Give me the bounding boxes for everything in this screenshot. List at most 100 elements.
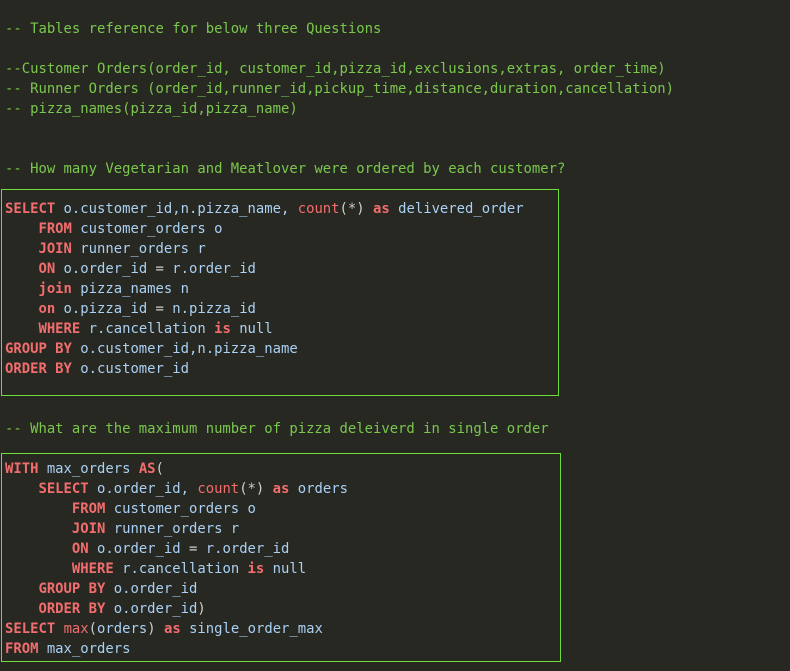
- code-token: null: [264, 561, 307, 577]
- code-token: o.customer_id,n.pizza_name,: [55, 201, 298, 217]
- code-token: is: [247, 561, 265, 577]
- comment-pizza-names-schema: -- pizza_names(pizza_id,pizza_name): [5, 101, 298, 117]
- code-line: JOIN runner_orders r: [5, 239, 206, 259]
- code-token: max_orders: [38, 641, 131, 657]
- code-token: WHERE: [38, 321, 81, 337]
- code-token: o.order_id: [105, 581, 198, 597]
- code-token: JOIN: [38, 241, 72, 257]
- code-line: SELECT o.customer_id,n.pizza_name, count…: [5, 199, 524, 219]
- code-line: FROM customer_orders o: [5, 219, 222, 239]
- code-token: count: [197, 481, 240, 497]
- comment-runner-orders-schema: -- Runner Orders (order_id,runner_id,pic…: [5, 81, 675, 97]
- code-token: GROUP BY: [5, 341, 72, 357]
- code-line: WITH max_orders AS(: [5, 459, 164, 479]
- code-line: ORDER BY o.customer_id: [5, 359, 189, 379]
- code-token: WHERE: [71, 561, 114, 577]
- code-token: o.customer_id: [71, 361, 189, 377]
- code-line: GROUP BY o.customer_id,n.pizza_name: [5, 339, 298, 359]
- comment-tables-reference: -- Tables reference for below three Ques…: [5, 21, 382, 37]
- code-token: o.order_id: [105, 601, 198, 617]
- code-token: as: [163, 621, 181, 637]
- comment-question-2: -- What are the maximum number of pizza …: [5, 421, 549, 437]
- code-token: is: [214, 321, 231, 337]
- code-line: ON o.order_id = r.order_id: [5, 539, 289, 559]
- code-token: orders: [289, 481, 348, 497]
- code-token: AS: [138, 461, 156, 477]
- code-token: delivered_order: [389, 201, 524, 217]
- code-token: o.order_id,: [88, 481, 198, 497]
- code-token: SELECT: [5, 201, 56, 217]
- code-token: =: [155, 261, 164, 277]
- code-token: (: [155, 461, 164, 477]
- code-token: runner_orders r: [71, 241, 206, 257]
- code-token: ORDER BY: [38, 601, 106, 617]
- code-token: max_orders: [38, 461, 139, 477]
- code-token: orders: [97, 621, 148, 637]
- code-token: count: [297, 201, 340, 217]
- code-token: o.pizza_id: [55, 301, 156, 317]
- code-line: FROM customer_orders o: [5, 499, 256, 519]
- code-line: SELECT max(orders) as single_order_max: [5, 619, 323, 639]
- code-line: FROM max_orders: [5, 639, 130, 659]
- code-token: r.order_id: [163, 261, 256, 277]
- code-line: GROUP BY o.order_id: [5, 579, 197, 599]
- code-token: o.order_id: [88, 541, 189, 557]
- code-token: SELECT: [38, 481, 89, 497]
- code-token: r.order_id: [197, 541, 290, 557]
- code-token: join: [38, 281, 72, 297]
- code-line: ORDER BY o.order_id): [5, 599, 206, 619]
- comment-question-1: -- How many Vegetarian and Meatlover wer…: [5, 161, 566, 177]
- code-token: on: [38, 301, 56, 317]
- code-token: o.order_id: [55, 261, 156, 277]
- code-token: FROM: [5, 641, 39, 657]
- code-token: as: [373, 201, 390, 217]
- code-token: (: [88, 621, 98, 637]
- code-token: r.cancellation: [80, 321, 215, 337]
- code-token: JOIN: [71, 521, 106, 537]
- code-token: ON: [71, 541, 89, 557]
- code-token: runner_orders r: [105, 521, 240, 537]
- code-token: null: [230, 321, 273, 337]
- code-token: single_order_max: [180, 621, 323, 637]
- code-token: customer_orders o: [71, 221, 223, 237]
- code-token: n.pizza_id: [163, 301, 256, 317]
- code-token: ORDER BY: [5, 361, 72, 377]
- code-token: r.cancellation: [113, 561, 248, 577]
- code-token: =: [155, 301, 164, 317]
- code-line: JOIN runner_orders r: [5, 519, 239, 539]
- code-token: ON: [38, 261, 56, 277]
- code-line: WHERE r.cancellation is null: [5, 559, 306, 579]
- code-token: FROM: [71, 501, 106, 517]
- code-token: ): [197, 601, 206, 617]
- code-token: pizza_names n: [71, 281, 189, 297]
- code-line: on o.pizza_id = n.pizza_id: [5, 299, 256, 319]
- code-line: ON o.order_id = r.order_id: [5, 259, 256, 279]
- code-token: (*): [339, 201, 365, 217]
- code-token: o.customer_id,n.pizza_name: [71, 341, 298, 357]
- code-token: max: [63, 621, 89, 637]
- code-token: GROUP BY: [38, 581, 106, 597]
- code-token: WITH: [5, 461, 39, 477]
- code-token: FROM: [38, 221, 72, 237]
- comment-customer-orders-schema: --Customer Orders(order_id, customer_id,…: [5, 61, 666, 77]
- code-line: WHERE r.cancellation is null: [5, 319, 273, 339]
- code-line: SELECT o.order_id, count(*) as orders: [5, 479, 348, 499]
- code-token: customer_orders o: [105, 501, 256, 517]
